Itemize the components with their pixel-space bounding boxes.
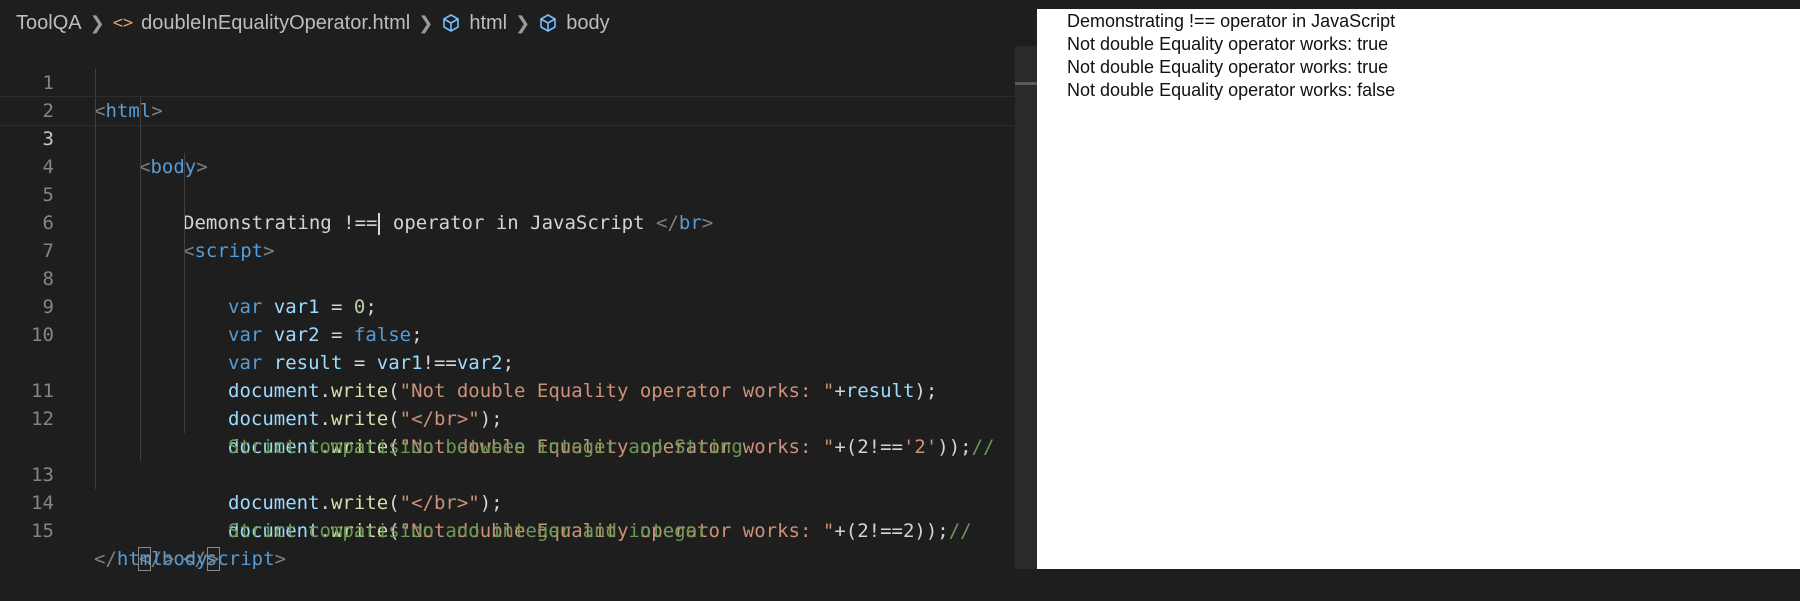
code-line[interactable]: 14 </body> — [0, 461, 1015, 571]
cube-icon — [441, 13, 461, 33]
tag-bracket: > — [162, 548, 175, 570]
comment: Strict comparision and integer and integ… — [228, 520, 709, 542]
tag-name: html — [116, 548, 163, 570]
indent-guide — [184, 209, 185, 237]
output-line: Not double Equality operator works: fals… — [1067, 80, 1396, 100]
indent-guide — [184, 181, 185, 209]
chevron-right-icon: ❯ — [89, 12, 105, 33]
indent-guide — [140, 181, 141, 209]
indent-guide — [140, 433, 141, 461]
indent-guide — [95, 69, 96, 97]
indent-guide — [95, 293, 96, 321]
indent-guide — [140, 237, 141, 265]
indent-guide — [140, 349, 141, 377]
indent-guide — [95, 237, 96, 265]
output-line: Demonstrating !== operator in JavaScript — [1067, 11, 1396, 31]
breadcrumb-html[interactable]: html — [469, 12, 507, 35]
code-line[interactable]: 11 document.write("</br>"); — [0, 349, 1015, 514]
code-line[interactable]: 10 document.write("Not double Equality o… — [0, 293, 1015, 458]
indent-guide — [95, 209, 96, 237]
breadcrumb: ToolQA ❯ <> doubleInEqualityOperator.htm… — [0, 0, 1037, 46]
indent-guide — [140, 209, 141, 237]
indent-guide — [140, 405, 141, 433]
indent-guide — [184, 265, 185, 293]
breadcrumb-file[interactable]: doubleInEqualityOperator.html — [141, 12, 410, 35]
chevron-right-icon: ❯ — [515, 12, 531, 33]
code-file-icon: <> — [112, 13, 134, 33]
indent-guide — [95, 377, 96, 405]
code-line[interactable]: 13 </script> — [0, 433, 1015, 570]
preview-top-strip — [1037, 0, 1800, 9]
indent-guide — [95, 405, 96, 433]
code-line[interactable]: 15 </html> — [0, 489, 1015, 570]
output-line: Not double Equality operator works: true — [1067, 34, 1389, 54]
scrollbar-cursor-marker — [1015, 82, 1037, 85]
output-line: Not double Equality operator works: true — [1067, 57, 1389, 77]
code-line[interactable]: 5 var var1 = 0; — [0, 153, 1015, 318]
cube-icon — [538, 13, 558, 33]
code-lines[interactable]: 1 <html> 2 <body> 3 Demonstrating !== op… — [0, 41, 1016, 571]
chevron-right-icon: ❯ — [418, 12, 434, 33]
indent-guide — [95, 321, 96, 349]
expression: +(2!==2)); — [834, 520, 949, 542]
tag-bracket: </ — [94, 548, 117, 570]
tag-bracket: > — [274, 548, 286, 570]
breadcrumb-folder[interactable]: ToolQA — [16, 12, 82, 35]
code-line-current[interactable]: 3 Demonstrating !== operator in JavaScri… — [0, 96, 1016, 235]
comment: // — [948, 520, 972, 542]
indent-guide — [184, 405, 185, 433]
browser-preview: Demonstrating !== operator in JavaScript… — [1037, 0, 1800, 569]
code-line[interactable]: 2 <body> — [0, 69, 1015, 178]
indent-guide — [140, 321, 141, 349]
code-line[interactable]: 8 document.write("Not double Equality op… — [0, 237, 1015, 402]
code-line[interactable]: 1 <html> — [0, 41, 1015, 122]
indent-guide — [95, 181, 96, 209]
preview-output: Demonstrating !== operator in JavaScript… — [1067, 10, 1395, 102]
indent-guide — [95, 97, 96, 125]
line-number: 15 — [31, 520, 54, 542]
code-line-wrap[interactable]: Strict comparision between integer and S… — [0, 321, 1015, 458]
indent-guide — [95, 125, 96, 153]
indent-guide — [140, 377, 141, 405]
code-line[interactable]: 4 <script> — [0, 125, 1015, 262]
indent-guide — [184, 153, 185, 181]
indent-guide — [140, 153, 141, 181]
code-line-wrap[interactable]: Strict comparision and integer and integ… — [0, 405, 1015, 542]
code-line[interactable]: 6 var var2 = false; — [0, 181, 1015, 346]
indent-guide — [95, 153, 96, 181]
vertical-scrollbar[interactable] — [1015, 46, 1037, 569]
indent-guide — [140, 265, 141, 293]
indent-guide — [95, 349, 96, 377]
indent-guide — [95, 461, 96, 489]
breadcrumb-body[interactable]: body — [566, 12, 609, 35]
indent-guide — [184, 237, 185, 265]
indent-guide — [140, 97, 141, 125]
code-line[interactable]: 7 var result = var1!==var2; — [0, 209, 1015, 374]
indent-guide — [184, 293, 185, 321]
code-line[interactable]: 9 document.write("</br>"); — [0, 265, 1015, 430]
indent-guide — [184, 349, 185, 377]
indent-guide — [184, 377, 185, 405]
indent-guide — [95, 433, 96, 461]
indent-guide — [140, 125, 141, 153]
indent-guide — [184, 321, 185, 349]
code-line[interactable]: 12 document.write("Not double Equality o… — [0, 377, 1015, 542]
indent-guide — [140, 293, 141, 321]
code-editor[interactable]: ToolQA ❯ <> doubleInEqualityOperator.htm… — [0, 0, 1037, 571]
indent-guide — [95, 265, 96, 293]
matched-bracket: > — [206, 547, 221, 571]
